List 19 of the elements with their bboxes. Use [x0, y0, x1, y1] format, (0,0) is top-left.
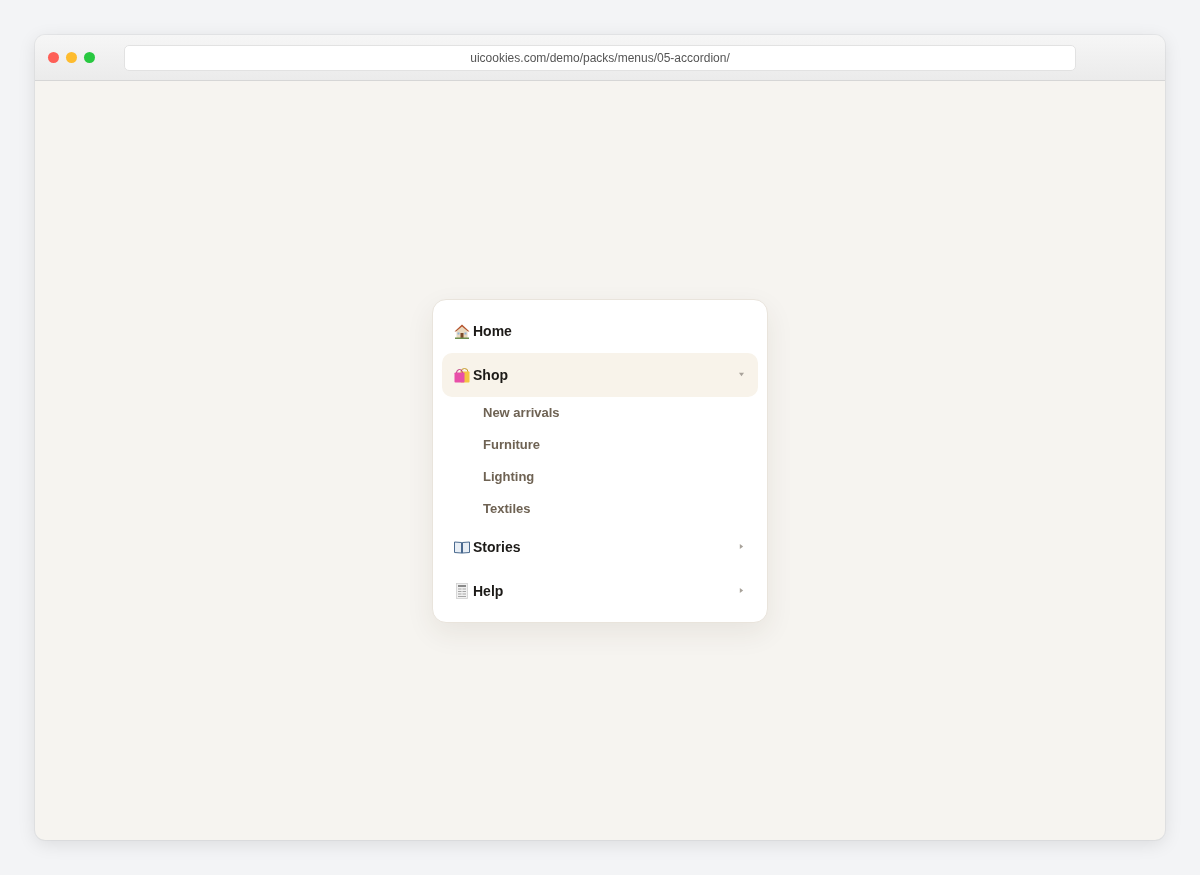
menu-item[interactable]: Home: [442, 308, 758, 353]
caret-icon: [739, 588, 744, 593]
document-icon: [454, 582, 470, 599]
minimize-button[interactable]: [66, 52, 77, 63]
house-icon: [454, 322, 470, 339]
close-button[interactable]: [48, 52, 59, 63]
shopping-bags-icon: [454, 366, 470, 383]
menu-group-toggle[interactable]: Shop: [442, 352, 758, 397]
submenu-item[interactable]: Textiles: [483, 492, 531, 525]
menu-group-toggle[interactable]: Stories: [442, 524, 758, 569]
maximize-button[interactable]: [84, 52, 95, 63]
submenu-item[interactable]: Furniture: [483, 428, 541, 461]
caret-icon: [739, 372, 744, 377]
menu-group-toggle[interactable]: Help: [442, 568, 758, 613]
submenu-item[interactable]: New arrivals: [483, 396, 560, 429]
address-bar[interactable]: uicookies.com/demo/packs/menus/05-accordion/: [124, 44, 1076, 71]
caret-icon: [739, 544, 744, 549]
open-book-icon: [454, 538, 470, 555]
submenu-item[interactable]: Lighting: [483, 460, 535, 493]
